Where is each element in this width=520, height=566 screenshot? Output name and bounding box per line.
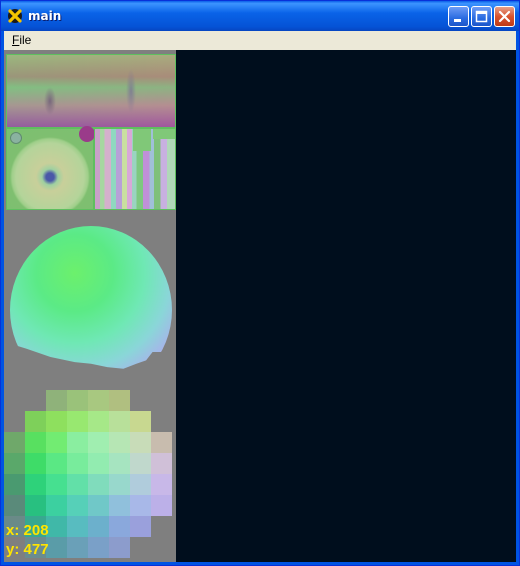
- pixel-cell: [67, 453, 88, 474]
- pixel-cell: [109, 537, 130, 558]
- pixel-cell: [25, 495, 46, 516]
- texture-preview-bars: [94, 128, 176, 210]
- pixel-cell: [4, 495, 25, 516]
- pixel-cell: [46, 432, 67, 453]
- menu-bar: File: [4, 31, 516, 50]
- pixel-cell: [4, 411, 25, 432]
- pixel-cell: [130, 411, 151, 432]
- pixel-cell: [88, 516, 109, 537]
- pixel-cell: [25, 474, 46, 495]
- pixel-cell: [46, 537, 67, 558]
- pixel-cell: [130, 432, 151, 453]
- pixel-cell: [46, 516, 67, 537]
- minimize-button[interactable]: [448, 6, 469, 27]
- texture-dot-small: [10, 132, 22, 144]
- pixel-cell: [109, 432, 130, 453]
- main-window: main File x: 208 y: 477: [0, 0, 520, 566]
- render-viewport[interactable]: x: 208 y: 477: [4, 50, 516, 562]
- pixel-cell: [130, 516, 151, 537]
- pixel-cell: [67, 390, 88, 411]
- pixel-cell: [4, 390, 25, 411]
- pixel-cell: [130, 474, 151, 495]
- maximize-icon: [475, 10, 488, 23]
- pixel-cell: [46, 390, 67, 411]
- maximize-button[interactable]: [471, 6, 492, 27]
- pixel-cell: [4, 474, 25, 495]
- pixel-cell: [67, 516, 88, 537]
- pixel-cell: [67, 432, 88, 453]
- pixel-cell: [109, 495, 130, 516]
- pixel-cell: [67, 495, 88, 516]
- pixel-cell: [151, 495, 172, 516]
- pixel-cell: [88, 474, 109, 495]
- pixel-grid-preview: [4, 390, 176, 558]
- pixel-cell: [151, 390, 172, 411]
- pixel-cell: [151, 474, 172, 495]
- pixel-cell: [67, 474, 88, 495]
- pixel-cell: [88, 453, 109, 474]
- pixel-cell: [25, 411, 46, 432]
- cursor-x-readout: x: 208: [6, 522, 49, 539]
- pixel-cell: [46, 495, 67, 516]
- pixel-cell: [46, 453, 67, 474]
- close-icon: [498, 10, 511, 23]
- cursor-y-readout: y: 477: [6, 541, 49, 558]
- pixel-cell: [88, 537, 109, 558]
- pixel-cell: [130, 390, 151, 411]
- pixel-cell: [67, 537, 88, 558]
- pixel-cell: [151, 453, 172, 474]
- close-button[interactable]: [494, 6, 515, 27]
- pixel-cell: [151, 432, 172, 453]
- pixel-cell: [151, 411, 172, 432]
- pixel-cell: [46, 474, 67, 495]
- pixel-cell: [109, 411, 130, 432]
- app-x-icon[interactable]: [7, 8, 23, 24]
- pixel-cell: [109, 453, 130, 474]
- pixel-cell: [67, 411, 88, 432]
- pixel-cell: [25, 453, 46, 474]
- texture-dot-purple: [79, 126, 95, 142]
- menu-file[interactable]: File: [12, 33, 31, 47]
- normal-sphere: [10, 226, 172, 369]
- pixel-cell: [130, 537, 151, 558]
- window-title: main: [28, 9, 62, 23]
- pixel-cell: [46, 411, 67, 432]
- pixel-cell: [151, 537, 172, 558]
- pixel-cell: [151, 516, 172, 537]
- pixel-cell: [109, 474, 130, 495]
- pixel-cell: [25, 390, 46, 411]
- texture-bars-gap: [153, 129, 175, 139]
- texture-preview-disc: [6, 126, 95, 210]
- pixel-cell: [88, 432, 109, 453]
- pixel-cell: [4, 453, 25, 474]
- pixel-cell: [130, 453, 151, 474]
- pixel-cell: [88, 390, 109, 411]
- minimize-icon: [454, 19, 461, 22]
- pixel-cell: [25, 432, 46, 453]
- pixel-cell: [88, 495, 109, 516]
- pixel-cell: [4, 432, 25, 453]
- normal-sphere-preview: [8, 218, 176, 369]
- pixel-cell: [130, 495, 151, 516]
- pixel-cell: [88, 411, 109, 432]
- pixel-cell: [109, 390, 130, 411]
- texture-sidebar: x: 208 y: 477: [4, 50, 176, 562]
- pixel-cell: [109, 516, 130, 537]
- title-bar[interactable]: main: [1, 1, 519, 31]
- menu-file-rest: ile: [19, 33, 32, 47]
- texture-bars-gap: [133, 129, 151, 151]
- texture-preview-top: [6, 54, 176, 128]
